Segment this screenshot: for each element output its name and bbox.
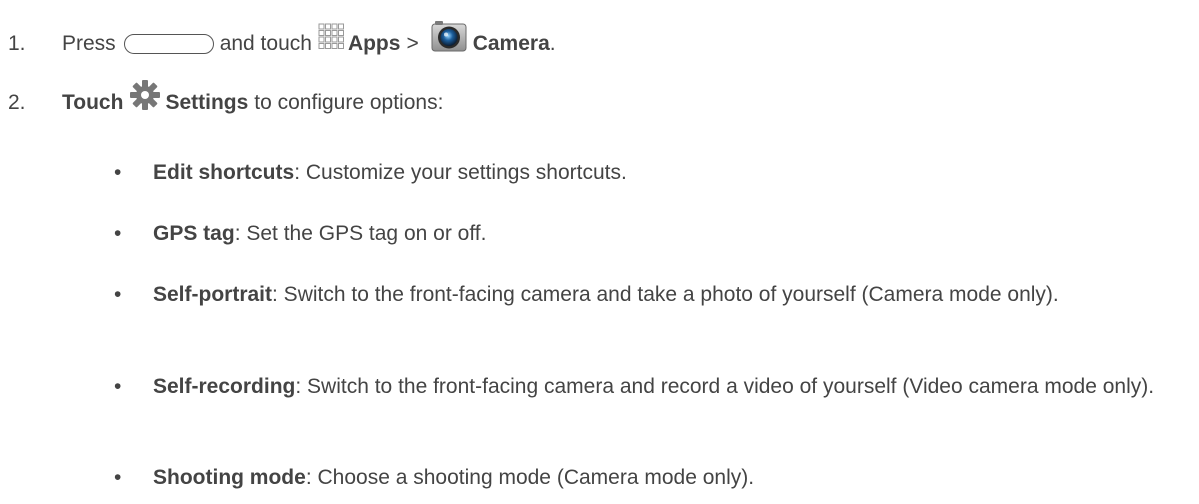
list-item-text: Self-portrait: Switch to the front-facin…	[153, 279, 1193, 310]
option-desc: : Customize your settings shortcuts.	[294, 161, 627, 184]
period: .	[549, 31, 556, 55]
apps-grid-icon	[318, 23, 344, 56]
option-desc: : Set the GPS tag on or off.	[234, 222, 487, 245]
step-2: 2. Touch Settings to configure options:	[0, 80, 444, 122]
list-item-text: GPS tag: Set the GPS tag on or off.	[153, 218, 1193, 249]
home-button-icon	[123, 33, 214, 54]
step-number: 1.	[8, 31, 26, 55]
settings-label: Settings	[165, 90, 249, 114]
camera-label: Camera	[472, 31, 550, 55]
option-desc: : Switch to the front-facing camera and …	[295, 375, 1155, 398]
and-touch-text: and touch	[219, 31, 312, 55]
gear-icon	[129, 79, 161, 118]
bullet-icon: •	[114, 161, 122, 184]
option-term: Self-portrait	[153, 283, 273, 306]
option-desc: : Switch to the front-facing camera and …	[272, 283, 1059, 306]
instruction-page: 1. Press and touch Apps > Camera . 2. To…	[0, 0, 1199, 504]
list-item-text: Self-recording: Switch to the front-faci…	[153, 371, 1193, 402]
list-item-text: Shooting mode: Choose a shooting mode (C…	[153, 462, 1193, 493]
camera-icon	[431, 20, 467, 59]
separator: >	[406, 31, 419, 55]
press-text: Press	[62, 31, 116, 55]
option-term: Shooting mode	[153, 466, 306, 489]
bullet-icon: •	[114, 466, 122, 489]
step-2-text: to configure options:	[254, 90, 444, 114]
bullet-icon: •	[114, 222, 122, 245]
step-1: 1. Press and touch Apps > Camera .	[0, 21, 556, 63]
option-desc: : Choose a shooting mode (Camera mode on…	[305, 466, 755, 489]
bullet-icon: •	[114, 283, 122, 306]
bullet-icon: •	[114, 375, 122, 398]
apps-label: Apps	[347, 31, 401, 55]
option-term: Edit shortcuts	[153, 161, 295, 184]
option-term: Self-recording	[153, 375, 296, 398]
touch-label: Touch	[62, 90, 124, 114]
option-term: GPS tag	[153, 222, 235, 245]
list-item-text: Edit shortcuts: Customize your settings …	[153, 157, 1193, 188]
step-number: 2.	[8, 90, 26, 114]
